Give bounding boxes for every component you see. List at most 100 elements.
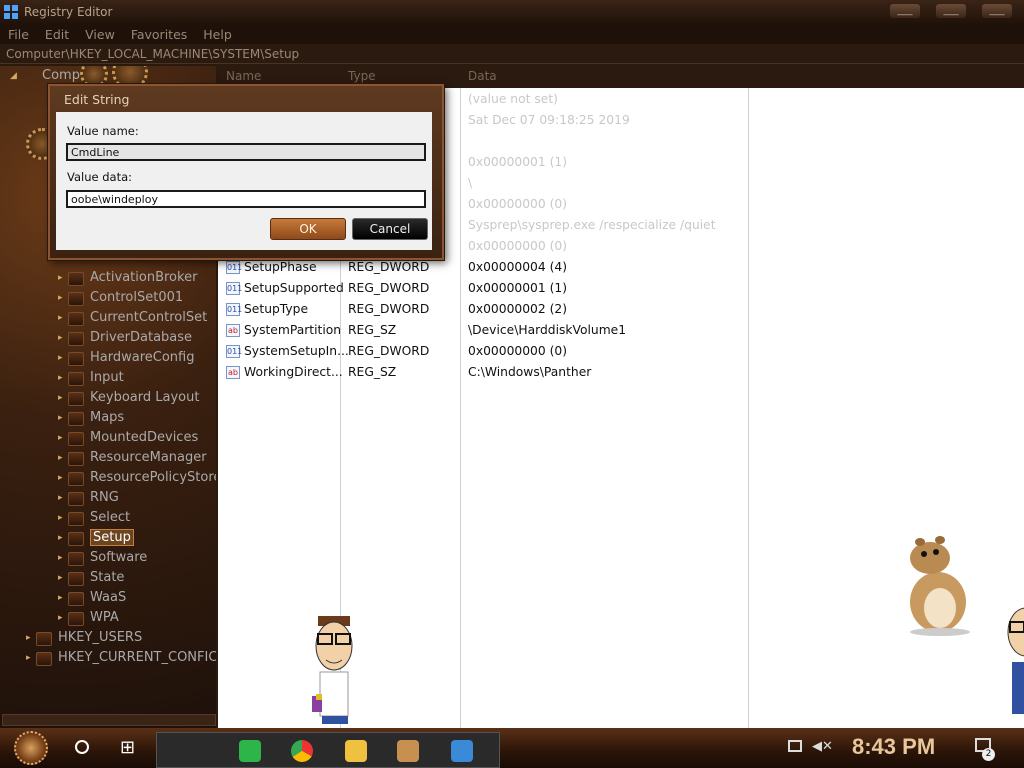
expand-arrow-icon[interactable]: ▸ [58, 328, 68, 348]
expand-arrow-icon[interactable]: ▸ [58, 608, 68, 628]
tree-node[interactable]: ▸ Input [58, 368, 124, 388]
expand-arrow-icon[interactable]: ▸ [58, 448, 68, 468]
registry-value-row[interactable]: ab SystemPartition REG_SZ \Device\HarddiskV… [218, 320, 1024, 341]
tree-node[interactable]: ▸ WPA [58, 608, 119, 628]
value-data-cell: \ [468, 176, 473, 190]
value-name-cell: SetupSupported [244, 281, 344, 295]
tree-node[interactable]: ▸ Keyboard Layout [58, 388, 199, 408]
expand-arrow-icon[interactable]: ▸ [58, 548, 68, 568]
value-type-cell: REG_DWORD [348, 281, 430, 295]
tree-node[interactable]: ▸ HardwareConfig [58, 348, 194, 368]
expand-arrow-icon[interactable]: ▸ [58, 288, 68, 308]
menu-edit[interactable]: Edit [37, 27, 77, 42]
tree-node[interactable]: ▸ Setup [58, 528, 134, 548]
tree-node-label: HKEY_CURRENT_CONFIC [58, 650, 216, 665]
expand-arrow-icon[interactable]: ▸ [58, 508, 68, 528]
value-data-cell: 0x00000002 (2) [468, 302, 568, 316]
volume-muted-icon[interactable]: ◀✕ [812, 739, 833, 754]
registry-value-row[interactable]: 011 SetupType REG_DWORD 0x00000002 (2) [218, 299, 1024, 320]
expand-arrow-icon[interactable]: ▸ [58, 368, 68, 388]
tree-node[interactable]: ▸ ResourcePolicyStore [58, 468, 216, 488]
value-data-cell: 0x00000000 (0) [468, 344, 568, 358]
tree-node[interactable]: ▸ ActivationBroker [58, 268, 197, 288]
folder-icon [68, 472, 84, 486]
value-name-field[interactable]: CmdLine [66, 143, 426, 161]
tree-node-label: Setup [90, 529, 134, 546]
game-box-icon[interactable] [397, 740, 419, 762]
tree-node[interactable]: ▸ MountedDevices [58, 428, 198, 448]
start-button[interactable] [14, 731, 48, 765]
menu-file[interactable]: File [0, 27, 37, 42]
ok-button[interactable]: OK [270, 218, 346, 240]
binary-value-icon: 011 [226, 303, 243, 316]
menu-favorites[interactable]: Favorites [123, 27, 195, 42]
tree-node-hive[interactable]: ▸ HKEY_CURRENT_CONFIC [26, 648, 216, 668]
tree-node[interactable]: ▸ Select [58, 508, 130, 528]
tree-node[interactable]: ▸ Software [58, 548, 148, 568]
value-data-cell: \Device\HarddiskVolume1 [468, 323, 627, 337]
value-data-field[interactable]: oobe\windeploy [66, 190, 426, 208]
search-circle-icon[interactable] [75, 740, 89, 754]
value-data-label: Value data: [67, 170, 133, 184]
tree-node[interactable]: ▸ Maps [58, 408, 124, 428]
expand-arrow-icon[interactable]: ▸ [58, 428, 68, 448]
cancel-button[interactable]: Cancel [352, 218, 428, 240]
value-type-cell: REG_DWORD [348, 302, 430, 316]
tree-node[interactable]: ▸ ControlSet001 [58, 288, 184, 308]
column-type-header[interactable]: Type [348, 69, 376, 83]
tree-node[interactable]: ▸ DriverDatabase [58, 328, 192, 348]
tree-node[interactable]: ▸ State [58, 568, 124, 588]
expand-arrow-icon[interactable]: ▸ [58, 408, 68, 428]
tree-node-label: ControlSet001 [90, 290, 184, 305]
file-explorer-icon[interactable] [345, 740, 367, 762]
folder-icon [68, 392, 84, 406]
expand-arrow-icon[interactable]: ▸ [58, 528, 68, 548]
string-value-icon: ab [226, 366, 240, 379]
folder-icon [68, 612, 84, 626]
expand-arrow-icon[interactable]: ▸ [58, 588, 68, 608]
value-data-cell: 0x00000000 (0) [468, 239, 568, 253]
expand-arrow-icon[interactable]: ▸ [58, 308, 68, 328]
chrome-icon[interactable] [291, 740, 313, 762]
tree-node-label: Software [90, 550, 148, 565]
expand-arrow-icon[interactable]: ▸ [58, 388, 68, 408]
tree-node-hive[interactable]: ▸ HKEY_USERS [26, 628, 142, 648]
taskbar-clock[interactable]: 8:43 PM [852, 734, 935, 760]
menu-view[interactable]: View [77, 27, 123, 42]
task-view-icon[interactable]: ⊞ [120, 737, 135, 758]
close-button[interactable]: ___ [982, 4, 1012, 18]
expand-arrow-icon[interactable]: ▸ [58, 468, 68, 488]
tree-node-label: ResourcePolicyStore [90, 470, 216, 485]
registry-value-row[interactable]: 011 SystemSetupIn... REG_DWORD 0x00000000 (… [218, 341, 1024, 362]
minimize-button[interactable]: ___ [890, 4, 920, 18]
app-cube-icon[interactable] [451, 740, 473, 762]
folder-icon [68, 272, 84, 286]
expand-arrow-icon[interactable]: ▸ [58, 488, 68, 508]
maximize-button[interactable]: ___ [936, 4, 966, 18]
column-data-header[interactable]: Data [468, 69, 497, 83]
tree-node-label: RNG [90, 490, 119, 505]
expand-arrow-icon[interactable]: ▸ [58, 268, 68, 288]
address-bar[interactable]: Computer\HKEY_LOCAL_MACHINE\SYSTEM\Setup [0, 44, 1024, 64]
registry-value-row[interactable]: ab WorkingDirect... REG_SZ C:\Windows\Panth… [218, 362, 1024, 383]
expand-arrow-icon[interactable]: ▸ [58, 348, 68, 368]
registry-value-row[interactable]: 011 SetupPhase REG_DWORD 0x00000004 (4) [218, 257, 1024, 278]
expand-arrow-icon[interactable]: ▸ [26, 628, 36, 648]
menu-help[interactable]: Help [195, 27, 240, 42]
tree-horizontal-scrollbar[interactable] [2, 714, 216, 726]
tree-node[interactable]: ▸ CurrentControlSet [58, 308, 207, 328]
expand-arrow-icon[interactable]: ▸ [58, 568, 68, 588]
value-name-label: Value name: [67, 124, 139, 138]
tree-node[interactable]: ▸ WaaS [58, 588, 126, 608]
tree-node-computer[interactable]: ◢ Comp [10, 66, 80, 86]
collapse-arrow-icon[interactable]: ◢ [10, 66, 20, 86]
expand-arrow-icon[interactable]: ▸ [26, 648, 36, 668]
network-icon[interactable] [788, 740, 802, 752]
tree-node[interactable]: ▸ RNG [58, 488, 119, 508]
column-name-header[interactable]: Name [226, 69, 261, 83]
value-name-cell: SetupPhase [244, 260, 317, 274]
sticky-notes-icon[interactable] [239, 740, 261, 762]
tree-node[interactable]: ▸ ResourceManager [58, 448, 207, 468]
registry-value-row[interactable]: 011 SetupSupported REG_DWORD 0x00000001 (1) [218, 278, 1024, 299]
folder-icon [68, 532, 84, 546]
